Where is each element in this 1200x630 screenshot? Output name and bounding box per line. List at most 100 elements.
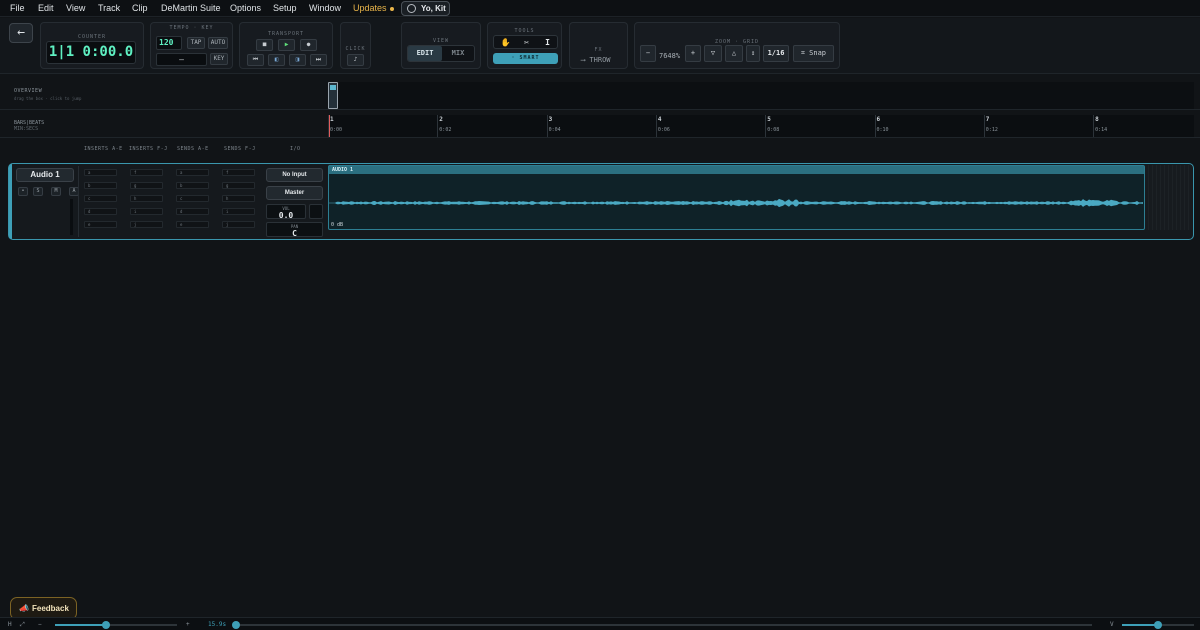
stop-button[interactable]: ■ xyxy=(256,39,273,51)
menu-demartin-suite[interactable]: DeMartin Suite xyxy=(161,3,221,13)
pan-control[interactable]: PAN C xyxy=(266,222,323,238)
scissors-tool-icon[interactable]: ✂ xyxy=(517,37,536,48)
end-button[interactable]: ⏭ xyxy=(310,54,327,66)
grid-value-button[interactable]: 1/16 xyxy=(763,45,789,62)
send-slot[interactable]: b xyxy=(176,182,209,189)
menu-window[interactable]: Window xyxy=(309,3,341,13)
step-forward-button[interactable]: ◨ xyxy=(289,54,306,66)
bar-marker[interactable]: 2 0:02 xyxy=(437,115,451,137)
clip-gain[interactable]: 0 dB xyxy=(331,222,343,228)
insert-slot[interactable]: a xyxy=(84,169,117,176)
insert-slot[interactable]: c xyxy=(84,195,117,202)
send-slot[interactable]: f xyxy=(222,169,255,176)
back-button[interactable]: ← xyxy=(9,23,33,43)
menu-updates[interactable]: Updates xyxy=(353,3,394,13)
track-audio-1[interactable]: Audio 1 • S M A abcdefghijabcdefghij No … xyxy=(8,163,1194,240)
empty-lane-area[interactable] xyxy=(1145,165,1192,230)
ruler[interactable]: 1 0:00 2 0:02 3 0:04 4 0:06 5 0:08 6 0:10 7 0:12 8 0:14 xyxy=(328,115,1194,137)
tempo-field[interactable]: 120 xyxy=(156,36,182,50)
counter-display[interactable]: 1|1 0:00.0 xyxy=(46,41,136,64)
bar-marker[interactable]: 5 0:08 xyxy=(765,115,779,137)
menu-file[interactable]: File xyxy=(10,3,25,13)
menu-clip[interactable]: Clip xyxy=(132,3,148,13)
bar-marker[interactable]: 6 0:10 xyxy=(874,115,889,137)
insert-slot[interactable]: i xyxy=(130,208,163,215)
bar-marker[interactable]: 4 0:06 xyxy=(655,115,670,137)
counter-label: COUNTER xyxy=(77,34,107,40)
h-zoom-out-button[interactable]: − xyxy=(38,621,42,628)
send-slot[interactable]: g xyxy=(222,182,255,189)
input-selector[interactable]: No Input xyxy=(266,168,323,182)
counter-panel: COUNTER 1|1 0:00.0 xyxy=(40,22,144,69)
key-field[interactable]: — xyxy=(156,53,207,66)
insert-slot[interactable]: g xyxy=(130,182,163,189)
menu-view[interactable]: View xyxy=(66,3,85,13)
track-name[interactable]: Audio 1 xyxy=(16,168,74,182)
insert-slot[interactable]: b xyxy=(84,182,117,189)
tap-button[interactable]: TAP xyxy=(187,37,205,49)
bar-marker[interactable]: 1 0:00 xyxy=(328,115,342,137)
insert-slot[interactable]: d xyxy=(84,208,117,215)
key-button[interactable]: KEY xyxy=(210,53,228,65)
auto-button[interactable]: AUTO xyxy=(208,37,228,49)
bar-marker[interactable]: 7 0:12 xyxy=(983,115,998,137)
smart-tool-button[interactable]: · SMART xyxy=(493,53,558,64)
zoom-in-button[interactable]: + xyxy=(685,45,701,62)
scroll-track[interactable] xyxy=(240,624,1092,626)
fit-height-button[interactable]: ↕ xyxy=(746,45,760,62)
menu-setup[interactable]: Setup xyxy=(273,3,297,13)
insert-slot[interactable]: f xyxy=(130,169,163,176)
menu-track[interactable]: Track xyxy=(98,3,120,13)
waveform xyxy=(329,198,1143,208)
track-solo-button[interactable]: S xyxy=(33,187,43,196)
throw-button[interactable]: ⟶ THROW xyxy=(581,56,611,64)
snap-button[interactable]: ⌗ Snap xyxy=(793,45,834,62)
overview-strip[interactable] xyxy=(328,82,1194,109)
update-dot-icon xyxy=(389,6,394,11)
menu-edit[interactable]: Edit xyxy=(38,3,54,13)
insert-slot[interactable]: h xyxy=(130,195,163,202)
output-selector[interactable]: Master xyxy=(266,186,323,200)
send-slot[interactable]: e xyxy=(176,221,209,228)
bar-time: 0:00 xyxy=(330,127,343,133)
overview-viewport-box[interactable] xyxy=(328,82,338,109)
v-zoom-slider-fill xyxy=(1122,624,1158,626)
track-mute-button[interactable]: M xyxy=(51,187,61,196)
metronome-icon[interactable]: ♪ xyxy=(347,54,364,66)
zoom-up-button[interactable]: △ xyxy=(725,45,743,62)
audio-clip[interactable]: AUDIO 1 0 dB xyxy=(328,165,1145,230)
view-toggle: EDIT MIX xyxy=(407,45,475,62)
pan-value: C xyxy=(292,229,297,238)
play-button[interactable]: ▶ xyxy=(278,39,295,51)
view-mix-tab[interactable]: MIX xyxy=(442,46,474,61)
bar-marker[interactable]: 3 0:04 xyxy=(546,115,561,137)
rewind-button[interactable]: ⏮ xyxy=(247,54,264,66)
v-zoom-knob[interactable] xyxy=(1154,621,1162,629)
volume-control[interactable]: VOL 0.0 xyxy=(266,204,306,220)
send-slot[interactable]: j xyxy=(222,221,255,228)
send-slot[interactable]: a xyxy=(176,169,209,176)
h-zoom-knob[interactable] xyxy=(102,621,111,629)
fx-label: FX xyxy=(594,47,603,53)
step-back-button[interactable]: ◧ xyxy=(268,54,285,66)
send-slot[interactable]: i xyxy=(222,208,255,215)
h-zoom-in-button[interactable]: + xyxy=(186,621,190,628)
insert-slot[interactable]: j xyxy=(130,221,163,228)
expand-icon[interactable]: ⤢ xyxy=(20,621,25,629)
hand-tool-icon[interactable]: ✋ xyxy=(496,37,515,48)
zoom-out-button[interactable]: − xyxy=(640,45,656,62)
insert-slot[interactable]: e xyxy=(84,221,117,228)
zoom-down-button[interactable]: ▽ xyxy=(704,45,722,62)
record-button[interactable]: ● xyxy=(300,39,317,51)
scroll-knob[interactable] xyxy=(232,621,240,629)
volume-fader[interactable] xyxy=(309,204,323,219)
user-menu[interactable]: Yo, Kit xyxy=(401,1,450,16)
view-edit-tab[interactable]: EDIT xyxy=(408,46,442,61)
send-slot[interactable]: d xyxy=(176,208,209,215)
send-slot[interactable]: c xyxy=(176,195,209,202)
track-record-arm-button[interactable]: • xyxy=(18,187,28,196)
menu-options[interactable]: Options xyxy=(230,3,261,13)
text-cursor-tool-icon[interactable]: I xyxy=(538,37,557,48)
send-slot[interactable]: h xyxy=(222,195,255,202)
bar-marker[interactable]: 8 0:14 xyxy=(1093,115,1107,137)
